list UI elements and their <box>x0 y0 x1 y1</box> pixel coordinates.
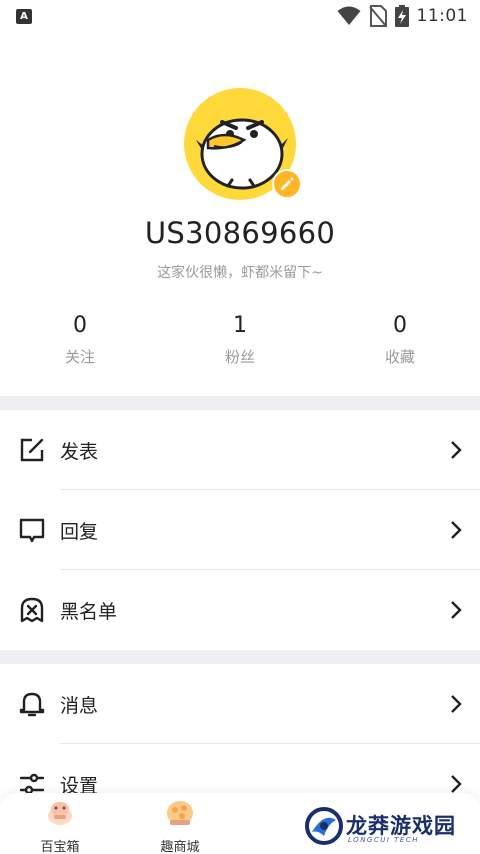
menu-label-reply: 回复 <box>60 520 99 543</box>
stat-followers-value: 1 <box>233 313 247 338</box>
longcui-logo-icon <box>305 807 343 845</box>
nav-item-shop[interactable]: 趣商城 <box>140 799 220 854</box>
menu-label-messages: 消息 <box>60 694 99 717</box>
chevron-right-icon <box>451 601 462 619</box>
menu-item-messages[interactable]: 消息 <box>0 664 480 744</box>
menu-item-post[interactable]: 发表 <box>0 410 480 490</box>
stat-followers-label: 粉丝 <box>224 348 255 366</box>
notification-a-icon: A <box>16 9 32 24</box>
treasure-icon <box>48 802 72 825</box>
stat-followers[interactable]: 1 粉丝 <box>160 312 320 367</box>
stat-favorites-value: 0 <box>393 313 407 338</box>
status-bar: A 11:01 <box>0 0 480 32</box>
username: US30869660 <box>144 216 336 250</box>
menu-item-reply[interactable]: 回复 <box>0 490 480 570</box>
wifi-icon <box>337 6 360 25</box>
stat-following-value: 0 <box>73 313 87 338</box>
nav-label-treasure: 百宝箱 <box>40 840 80 854</box>
edit-icon <box>20 438 44 462</box>
status-time: 11:01 <box>416 6 468 26</box>
chevron-right-icon <box>451 695 462 713</box>
stats-row: 0 关注 1 粉丝 0 收藏 <box>0 312 480 367</box>
chevron-right-icon <box>451 775 462 793</box>
no-sim-icon <box>368 5 387 27</box>
bio-text: 这家伙很懒，虾都米留下~ <box>157 265 323 281</box>
chevron-right-icon <box>451 521 462 539</box>
avatar-wrapper[interactable] <box>184 88 302 200</box>
edit-avatar-button[interactable] <box>272 169 302 199</box>
bell-icon <box>19 692 45 717</box>
stat-favorites[interactable]: 0 收藏 <box>320 312 480 367</box>
nav-label-shop: 趣商城 <box>160 840 200 854</box>
pencil-icon <box>281 177 294 190</box>
blacklist-icon <box>20 597 44 623</box>
stat-following[interactable]: 0 关注 <box>0 312 160 367</box>
status-right-group: 11:01 <box>337 5 469 27</box>
watermark-subtitle: LONGCUI TECH <box>348 836 420 844</box>
chevron-right-icon <box>451 441 462 459</box>
nav-item-treasure[interactable]: 百宝箱 <box>20 799 100 854</box>
battery-charging-icon <box>394 5 409 27</box>
stat-following-label: 关注 <box>64 348 95 366</box>
shop-icon <box>167 801 193 825</box>
section-divider <box>0 396 480 410</box>
menu-label-blacklist: 黑名单 <box>60 600 118 623</box>
stat-favorites-label: 收藏 <box>384 348 415 366</box>
menu-item-blacklist[interactable]: 黑名单 <box>0 570 480 650</box>
watermark: 龙莽游戏园 LONGCUI TECH <box>304 800 476 852</box>
section-divider <box>0 650 480 664</box>
menu-label-post: 发表 <box>60 440 99 463</box>
reply-icon <box>19 518 45 543</box>
